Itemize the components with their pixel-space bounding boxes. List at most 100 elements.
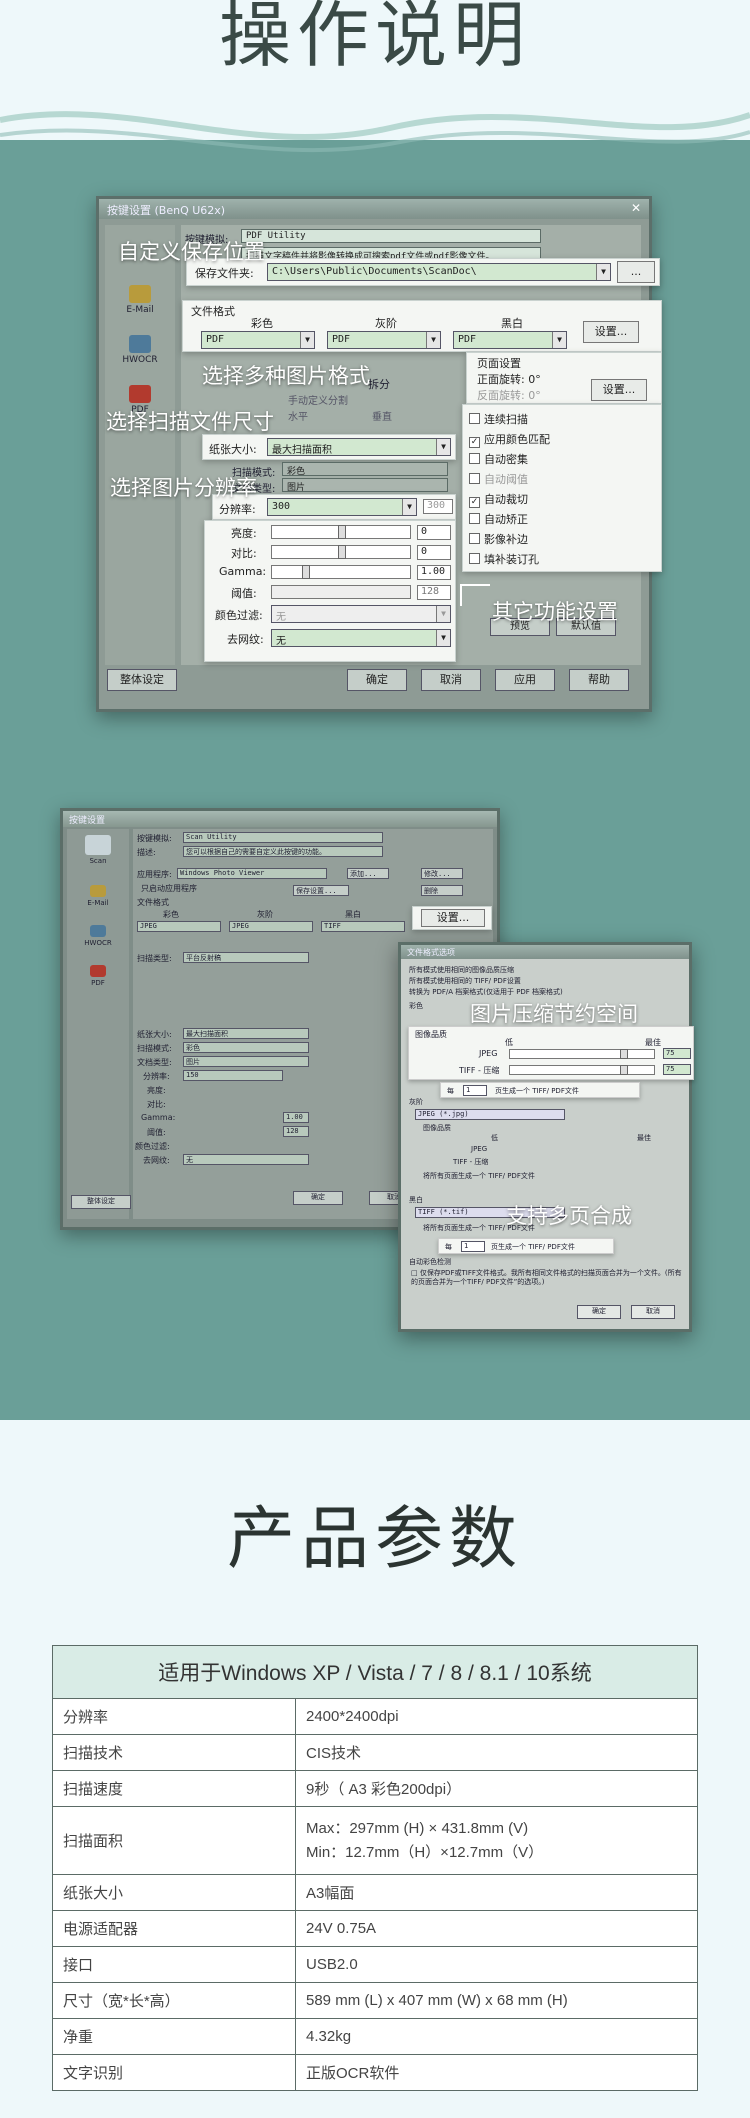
callout-multi-format: 选择多种图片格式 bbox=[202, 364, 370, 388]
feature-auto-crop[interactable]: ✓ 自动裁切 bbox=[469, 491, 528, 508]
spec-key: 扫描面积 bbox=[52, 1806, 296, 1875]
gray-format-select[interactable]: JPEG bbox=[229, 921, 313, 932]
brightness-slider[interactable] bbox=[271, 525, 411, 539]
slider-thumb[interactable] bbox=[620, 1065, 628, 1075]
option-pdfa[interactable]: 转换为 PDF/A 档案格式(仅适用于 PDF 档案格式) bbox=[409, 987, 563, 997]
color-filter-label: 颜色过滤: bbox=[215, 609, 263, 622]
option-same-tiff-pdf[interactable]: 所有模式使用相同的 TIFF/ PDF设置 bbox=[409, 976, 521, 986]
file-format-panel: 文件格式 彩色 灰阶 黑白 PDF ▼ PDF ▼ PDF ▼ 设置... bbox=[182, 300, 662, 352]
format-settings-button[interactable]: 设置... bbox=[583, 321, 639, 343]
ok-button[interactable]: 确定 bbox=[293, 1191, 343, 1205]
dialog-ok-button[interactable]: 确定 bbox=[577, 1305, 621, 1319]
resolution-select[interactable]: 300 ▼ bbox=[267, 498, 417, 516]
gamma-value[interactable]: 1.00 bbox=[283, 1112, 309, 1123]
gamma-value[interactable]: 1.00 bbox=[417, 565, 451, 580]
sidebar-item-pdf[interactable]: PDF bbox=[71, 965, 125, 987]
color-filter-select[interactable]: 无 ▼ bbox=[271, 605, 451, 623]
color-format-select[interactable]: PDF ▼ bbox=[201, 331, 315, 349]
app-select[interactable]: Scan Utility bbox=[183, 832, 383, 843]
add-button[interactable]: 添加... bbox=[347, 868, 389, 879]
gray-format-select[interactable]: PDF ▼ bbox=[327, 331, 441, 349]
slider-thumb[interactable] bbox=[338, 525, 346, 539]
delete-button[interactable]: 删除 bbox=[421, 885, 463, 896]
slider-thumb[interactable] bbox=[338, 545, 346, 559]
format-settings-button[interactable]: 设置... bbox=[421, 909, 485, 927]
overall-settings-button[interactable]: 整体设定 bbox=[71, 1195, 131, 1209]
option-same-quality[interactable]: 所有模式使用相同的图像品质压缩 bbox=[409, 965, 514, 975]
manual-split-option[interactable]: 手动定义分割 bbox=[288, 392, 348, 407]
vertical-option[interactable]: 垂直 bbox=[372, 408, 392, 423]
pages-per-file-field[interactable]: 1 bbox=[463, 1085, 487, 1096]
descreen-select[interactable]: 无 bbox=[183, 1154, 309, 1165]
bw-format-select[interactable]: PDF ▼ bbox=[453, 331, 567, 349]
jpeg-quality-slider[interactable] bbox=[509, 1049, 655, 1059]
sidebar-item-hwocr[interactable]: HWOCR bbox=[113, 335, 167, 365]
sidebar-item-hwocr[interactable]: HWOCR bbox=[71, 925, 125, 947]
gray-all-pages-option[interactable]: 将所有页面生成一个 TIFF/ PDF文件 bbox=[423, 1171, 535, 1181]
feature-color-matching[interactable]: ✓ 应用颜色匹配 bbox=[469, 431, 550, 448]
close-icon[interactable]: ✕ bbox=[631, 201, 641, 215]
chevron-down-icon: ▼ bbox=[300, 332, 314, 348]
doc-type-select[interactable]: 图片 bbox=[282, 478, 448, 492]
feature-continuous-scan[interactable]: 连续扫描 bbox=[469, 411, 528, 427]
slider-thumb[interactable] bbox=[620, 1049, 628, 1059]
brightness-value[interactable]: 0 bbox=[417, 525, 451, 540]
save-settings-button[interactable]: 保存设置... bbox=[293, 885, 349, 896]
scanner-icon bbox=[85, 835, 111, 855]
cancel-button[interactable]: 取消 bbox=[421, 669, 481, 691]
paper-size-select[interactable]: 最大扫描面积 bbox=[183, 1028, 309, 1039]
apply-button[interactable]: 应用 bbox=[495, 669, 555, 691]
gray-quality-label: 图像品质 bbox=[423, 1124, 451, 1132]
every-label[interactable]: 每 bbox=[447, 1086, 454, 1096]
feature-edge-fill[interactable]: 影像补边 bbox=[469, 531, 528, 547]
feature-auto-density[interactable]: 自动密集 bbox=[469, 451, 528, 467]
tiff-quality-slider[interactable] bbox=[509, 1065, 655, 1075]
page-settings-button[interactable]: 设置... bbox=[591, 379, 647, 401]
contrast-slider[interactable] bbox=[271, 545, 411, 559]
only-launch-option[interactable]: 只启动应用程序 bbox=[141, 883, 197, 894]
modify-button[interactable]: 修改... bbox=[421, 868, 463, 879]
help-button[interactable]: 帮助 bbox=[569, 669, 629, 691]
threshold-value[interactable]: 128 bbox=[417, 585, 451, 600]
sidebar-item-email[interactable]: E-Mail bbox=[113, 285, 167, 315]
threshold-slider[interactable] bbox=[271, 585, 411, 599]
every-label[interactable]: 每 bbox=[445, 1242, 452, 1252]
slider-thumb[interactable] bbox=[302, 565, 310, 579]
gamma-slider[interactable] bbox=[271, 565, 411, 579]
resolution-select[interactable]: 150 bbox=[183, 1070, 283, 1081]
scan-mode-select[interactable]: 彩色 bbox=[183, 1042, 309, 1053]
pages-per-file-field[interactable]: 1 bbox=[461, 1241, 485, 1252]
ocr-icon bbox=[129, 335, 151, 353]
app-select[interactable]: PDF Utility bbox=[241, 229, 541, 243]
gray-format-select[interactable]: JPEG (*.jpg) bbox=[415, 1109, 565, 1120]
jpeg-quality-value[interactable]: 75 bbox=[663, 1048, 691, 1059]
color-format-select[interactable]: JPEG bbox=[137, 921, 221, 932]
resolution-label: 分辨率: bbox=[219, 503, 256, 516]
resolution-custom-field[interactable]: 300 bbox=[423, 499, 453, 514]
feature-auto-threshold[interactable]: 自动阈值 bbox=[469, 471, 528, 487]
contrast-value[interactable]: 0 bbox=[417, 545, 451, 560]
doc-type-select[interactable]: 图片 bbox=[183, 1056, 309, 1067]
tiff-quality-value[interactable]: 75 bbox=[663, 1064, 691, 1075]
overall-settings-button[interactable]: 整体设定 bbox=[107, 669, 177, 691]
dialog-cancel-button[interactable]: 取消 bbox=[631, 1305, 675, 1319]
sidebar-item-email[interactable]: E-Mail bbox=[71, 885, 125, 907]
threshold-value[interactable]: 128 bbox=[283, 1126, 309, 1137]
specs-heading-row: 适用于Windows XP / Vista / 7 / 8 / 8.1 / 10… bbox=[52, 1645, 698, 1699]
descreen-select[interactable]: 无 ▼ bbox=[271, 629, 451, 647]
feature-punch-hole-fill[interactable]: 填补装订孔 bbox=[469, 551, 539, 567]
app-program-select[interactable]: Windows Photo Viewer bbox=[177, 868, 327, 879]
scan-type-select[interactable]: 平台反射稿 bbox=[183, 952, 309, 963]
save-folder-select[interactable]: C:\Users\Public\Documents\ScanDoc\ ▼ bbox=[267, 263, 611, 281]
split-label: 拆分 bbox=[368, 378, 390, 391]
paper-size-select[interactable]: 最大扫描面积 ▼ bbox=[267, 438, 451, 456]
auto-detect-label: 自动彩色检测 bbox=[409, 1258, 451, 1266]
browse-button[interactable]: ... bbox=[617, 261, 655, 283]
horizontal-option[interactable]: 水平 bbox=[288, 408, 308, 423]
save-folder-label: 保存文件夹: bbox=[195, 267, 254, 280]
scan-mode-select[interactable]: 彩色 bbox=[282, 462, 448, 476]
ok-button[interactable]: 确定 bbox=[347, 669, 407, 691]
sidebar-item-scan[interactable]: Scan bbox=[71, 835, 125, 865]
feature-auto-deskew[interactable]: 自动矫正 bbox=[469, 511, 528, 527]
bw-format-select[interactable]: TIFF bbox=[321, 921, 405, 932]
